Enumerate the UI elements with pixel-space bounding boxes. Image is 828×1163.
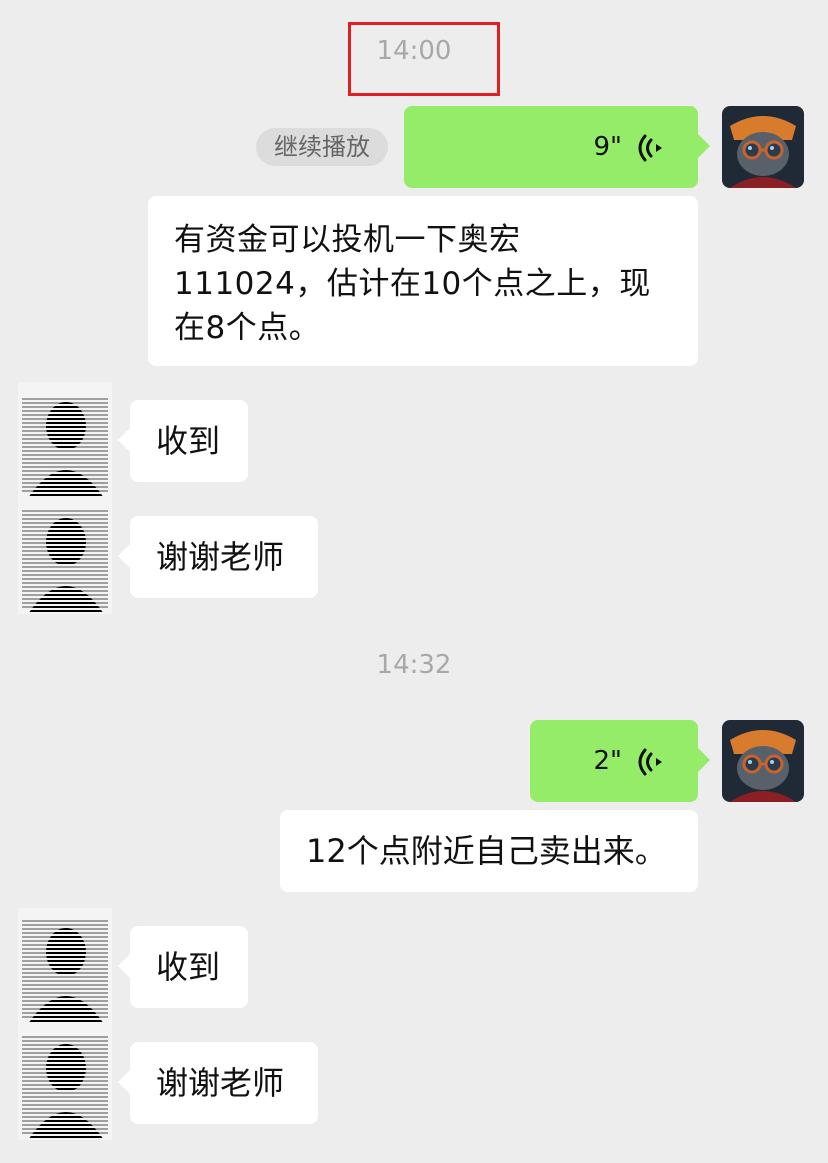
voice-message-bubble[interactable]: 2" [530, 720, 710, 802]
message-text: 谢谢老师 [156, 538, 285, 576]
blurred-avatar-icon [18, 908, 112, 1024]
voice-message-bubble[interactable]: 9" [404, 106, 710, 188]
voice-wave-icon [638, 134, 662, 162]
chat-message-bubble[interactable]: 12个点附近自己卖出来。 [280, 810, 698, 892]
avatar[interactable] [18, 908, 112, 1024]
voice-duration: 9" [593, 132, 622, 162]
continue-play-button[interactable]: 继续播放 [256, 128, 388, 166]
blurred-avatar-icon [18, 382, 112, 498]
chat-message-bubble[interactable]: 收到 [118, 926, 248, 1008]
avatar[interactable] [18, 1024, 112, 1140]
chat-message-bubble[interactable]: 收到 [118, 400, 248, 482]
bubble-tail [118, 954, 130, 978]
avatar[interactable] [722, 720, 804, 802]
bubble-tail [118, 544, 130, 568]
bubble-tail [118, 1070, 130, 1094]
message-text: 谢谢老师 [156, 1064, 285, 1102]
chat-message-bubble[interactable]: 谢谢老师 [118, 1042, 318, 1124]
message-text: 收到 [156, 422, 221, 460]
cat-avatar-icon [722, 720, 804, 802]
chat-message-bubble[interactable]: 有资金可以投机一下奥宏111024，估计在10个点之上，现在8个点。 [148, 196, 698, 366]
voice-wave-icon [638, 748, 662, 776]
blurred-avatar-icon [18, 1024, 112, 1140]
message-text: 12个点附近自己卖出来。 [306, 832, 667, 870]
chat-message-bubble[interactable]: 谢谢老师 [118, 516, 318, 598]
timestamp: 14:32 [376, 650, 452, 680]
message-text: 收到 [156, 948, 221, 986]
blurred-avatar-icon [18, 498, 112, 614]
bubble-tail [118, 428, 130, 452]
voice-duration: 2" [593, 746, 622, 776]
avatar[interactable] [18, 498, 112, 614]
message-text: 有资金可以投机一下奥宏111024，估计在10个点之上，现在8个点。 [174, 222, 651, 346]
bubble-tail [698, 134, 710, 158]
bubble-tail [698, 748, 710, 772]
avatar[interactable] [18, 382, 112, 498]
cat-avatar-icon [722, 106, 804, 188]
avatar[interactable] [722, 106, 804, 188]
timestamp: 14:00 [376, 36, 452, 66]
